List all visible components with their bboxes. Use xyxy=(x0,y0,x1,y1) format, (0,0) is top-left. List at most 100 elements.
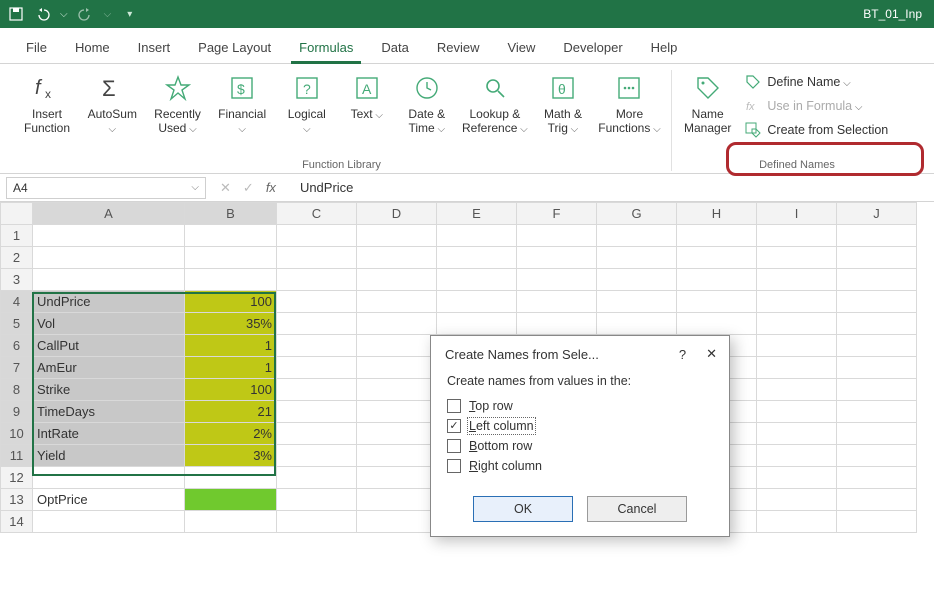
create-from-selection-button[interactable]: Create from Selection xyxy=(741,120,892,140)
row-header[interactable]: 12 xyxy=(1,467,33,489)
cell[interactable] xyxy=(677,269,757,291)
cell[interactable] xyxy=(757,313,837,335)
ok-button[interactable]: OK xyxy=(473,496,573,522)
cell[interactable] xyxy=(357,445,437,467)
undo-icon[interactable] xyxy=(34,6,50,22)
cell[interactable] xyxy=(597,247,677,269)
tab-formulas[interactable]: Formulas xyxy=(285,34,367,63)
cell[interactable] xyxy=(437,225,517,247)
cell[interactable] xyxy=(597,269,677,291)
row-header[interactable]: 7 xyxy=(1,357,33,379)
cell[interactable] xyxy=(677,247,757,269)
row-header[interactable]: 8 xyxy=(1,379,33,401)
cell[interactable]: Vol xyxy=(33,313,185,335)
tab-developer[interactable]: Developer xyxy=(549,34,636,63)
name-box[interactable]: A4 ⌵ xyxy=(6,177,206,199)
cell[interactable] xyxy=(277,467,357,489)
cell[interactable] xyxy=(837,291,917,313)
cell[interactable] xyxy=(357,269,437,291)
name-box-dropdown-icon[interactable]: ⌵ xyxy=(191,182,199,193)
cell[interactable]: Yield xyxy=(33,445,185,467)
logical-button[interactable]: ? Logical xyxy=(280,70,334,138)
table-row[interactable]: 2 xyxy=(1,247,917,269)
tab-home[interactable]: Home xyxy=(61,34,124,63)
cell[interactable] xyxy=(837,335,917,357)
cell[interactable] xyxy=(277,379,357,401)
cell[interactable] xyxy=(757,379,837,401)
table-row[interactable]: 1 xyxy=(1,225,917,247)
cell[interactable] xyxy=(757,357,837,379)
cancel-button[interactable]: Cancel xyxy=(587,496,687,522)
redo-icon[interactable] xyxy=(78,6,94,22)
cell[interactable]: 100 xyxy=(185,379,277,401)
cell[interactable] xyxy=(277,225,357,247)
col-header[interactable]: G xyxy=(597,203,677,225)
cell[interactable] xyxy=(837,379,917,401)
cell[interactable] xyxy=(677,225,757,247)
cancel-formula-icon[interactable]: ✕ xyxy=(220,180,231,196)
row-header[interactable]: 1 xyxy=(1,225,33,247)
column-headers[interactable]: A B C D E F G H I J xyxy=(1,203,917,225)
undo-dropdown-icon[interactable]: ⌵ xyxy=(60,9,68,20)
cell[interactable]: 100 xyxy=(185,291,277,313)
dialog-close-icon[interactable]: ✕ xyxy=(706,346,717,362)
cell[interactable] xyxy=(33,247,185,269)
cell[interactable] xyxy=(757,291,837,313)
cell[interactable] xyxy=(437,313,517,335)
col-header[interactable]: D xyxy=(357,203,437,225)
left-column-checkbox[interactable]: ✓ Left column xyxy=(447,416,713,436)
row-header[interactable]: 11 xyxy=(1,445,33,467)
tab-review[interactable]: Review xyxy=(423,34,494,63)
col-header[interactable]: H xyxy=(677,203,757,225)
cell[interactable] xyxy=(437,247,517,269)
cell[interactable] xyxy=(837,357,917,379)
cell[interactable] xyxy=(277,335,357,357)
cell[interactable] xyxy=(357,423,437,445)
cell[interactable] xyxy=(837,313,917,335)
define-name-button[interactable]: Define Name xyxy=(741,72,892,92)
cell[interactable] xyxy=(757,225,837,247)
cell[interactable]: 1 xyxy=(185,357,277,379)
col-header[interactable]: B xyxy=(185,203,277,225)
cell[interactable] xyxy=(837,401,917,423)
table-row[interactable]: 4UndPrice100 xyxy=(1,291,917,313)
row-header[interactable]: 2 xyxy=(1,247,33,269)
table-row[interactable]: 3 xyxy=(1,269,917,291)
cell[interactable] xyxy=(357,291,437,313)
cell[interactable] xyxy=(357,247,437,269)
cell[interactable]: OptPrice xyxy=(33,489,185,511)
row-header[interactable]: 5 xyxy=(1,313,33,335)
tab-view[interactable]: View xyxy=(493,34,549,63)
row-header[interactable]: 6 xyxy=(1,335,33,357)
cell[interactable] xyxy=(277,489,357,511)
cell[interactable]: IntRate xyxy=(33,423,185,445)
col-header[interactable]: C xyxy=(277,203,357,225)
cell[interactable] xyxy=(185,467,277,489)
row-header[interactable]: 10 xyxy=(1,423,33,445)
cell[interactable]: 2% xyxy=(185,423,277,445)
cell[interactable] xyxy=(837,423,917,445)
cell[interactable] xyxy=(185,489,277,511)
cell[interactable] xyxy=(277,401,357,423)
cell[interactable] xyxy=(837,269,917,291)
cell[interactable] xyxy=(757,401,837,423)
text-button[interactable]: A Text xyxy=(340,70,394,124)
cell[interactable] xyxy=(517,247,597,269)
cell[interactable] xyxy=(597,225,677,247)
cell[interactable] xyxy=(757,247,837,269)
cell[interactable] xyxy=(437,291,517,313)
cell[interactable] xyxy=(517,225,597,247)
financial-button[interactable]: $ Financial xyxy=(211,70,274,138)
row-header[interactable]: 3 xyxy=(1,269,33,291)
fx-button-icon[interactable]: fx xyxy=(266,180,276,195)
cell[interactable] xyxy=(757,269,837,291)
cell[interactable] xyxy=(277,313,357,335)
cell[interactable]: AmEur xyxy=(33,357,185,379)
cell[interactable]: CallPut xyxy=(33,335,185,357)
cell[interactable] xyxy=(837,467,917,489)
cell[interactable]: UndPrice xyxy=(33,291,185,313)
cell[interactable] xyxy=(277,269,357,291)
cell[interactable]: 1 xyxy=(185,335,277,357)
cell[interactable] xyxy=(517,291,597,313)
cell[interactable] xyxy=(837,489,917,511)
